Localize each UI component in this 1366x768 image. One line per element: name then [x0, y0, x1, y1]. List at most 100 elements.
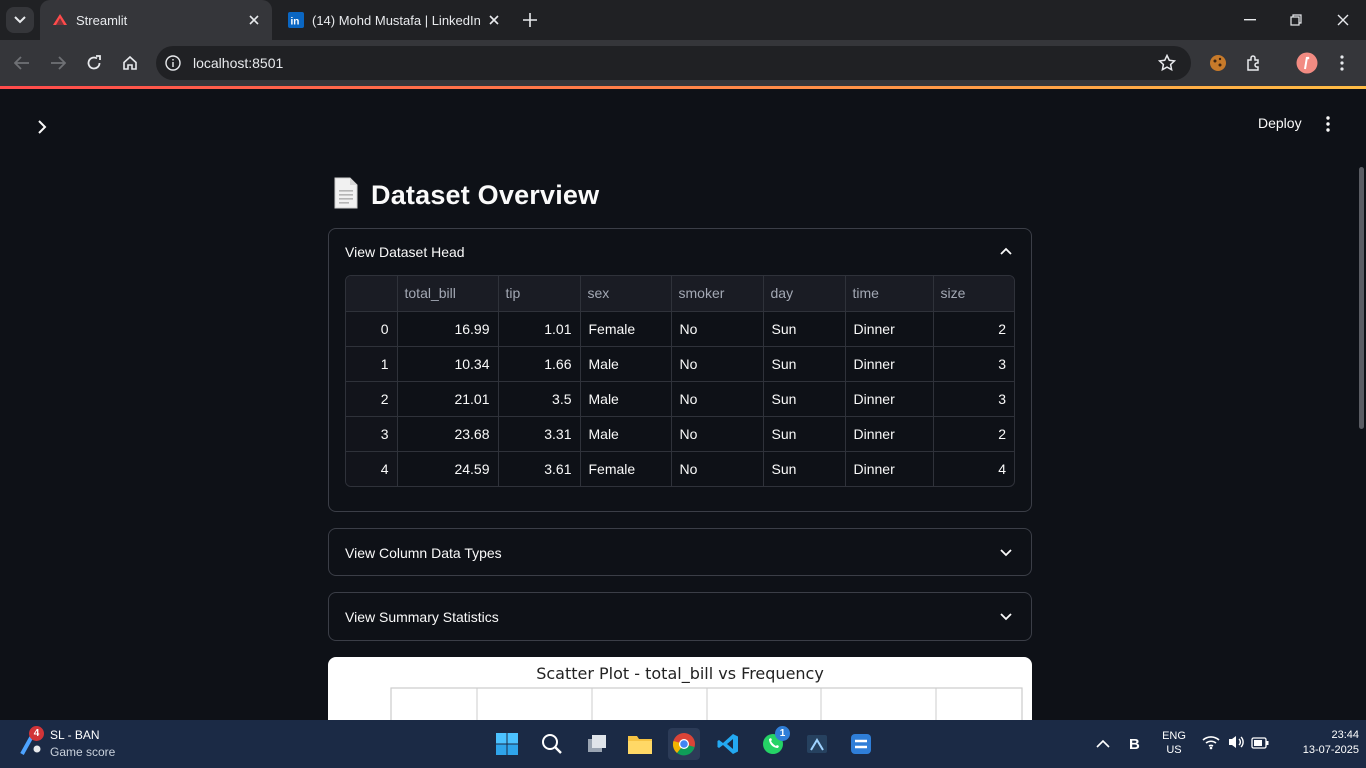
expander-header[interactable]: View Summary Statistics — [345, 609, 499, 625]
whatsapp-button[interactable]: 1 — [757, 726, 790, 760]
extensions-icon[interactable] — [1243, 52, 1265, 74]
table-cell[interactable]: 3.5 — [498, 381, 581, 417]
table-cell[interactable]: 2 — [933, 311, 1014, 347]
column-header[interactable]: sex — [580, 276, 672, 312]
table-cell[interactable]: No — [671, 311, 764, 347]
table-cell[interactable]: 3.31 — [498, 416, 581, 452]
table-cell[interactable]: Sun — [763, 346, 846, 382]
profile-avatar[interactable] — [1296, 52, 1318, 74]
scrollbar[interactable] — [1358, 89, 1366, 720]
column-header-index[interactable] — [346, 276, 398, 312]
column-header[interactable]: total_bill — [397, 276, 499, 312]
table-cell[interactable]: No — [671, 451, 764, 486]
column-header[interactable]: size — [933, 276, 1014, 312]
chrome-taskbar-button[interactable] — [668, 728, 700, 760]
chevron-down-icon[interactable] — [999, 546, 1013, 560]
wifi-icon[interactable] — [1202, 734, 1220, 755]
row-index[interactable]: 1 — [346, 346, 398, 382]
close-tab-icon[interactable] — [246, 12, 262, 28]
table-cell[interactable]: 3.61 — [498, 451, 581, 486]
table-cell[interactable]: No — [671, 346, 764, 382]
chevron-up-icon[interactable] — [999, 244, 1013, 258]
sidebar-expand-button[interactable] — [32, 117, 52, 137]
show-hidden-icons-button[interactable] — [1096, 736, 1110, 754]
column-header[interactable]: tip — [498, 276, 581, 312]
clock[interactable]: 23:44 13-07-2025 — [1283, 729, 1363, 756]
table-cell[interactable]: Dinner — [845, 416, 934, 452]
forward-button[interactable] — [47, 52, 69, 74]
table-cell[interactable]: Sun — [763, 381, 846, 417]
language-indicator[interactable]: ENG US — [1160, 730, 1188, 756]
start-button[interactable] — [491, 728, 523, 760]
tab-linkedin[interactable]: in (14) Mohd Mustafa | LinkedIn — [276, 0, 512, 40]
table-cell[interactable]: Sun — [763, 311, 846, 347]
table-cell[interactable]: Dinner — [845, 311, 934, 347]
tab-search-button[interactable] — [6, 7, 34, 33]
vscode-button[interactable] — [712, 728, 744, 760]
table-cell[interactable]: 21.01 — [397, 381, 499, 417]
table-cell[interactable]: Female — [580, 311, 672, 347]
address-bar[interactable]: localhost:8501 — [156, 46, 1191, 80]
site-info-icon[interactable] — [165, 55, 181, 76]
table-cell[interactable]: No — [671, 381, 764, 417]
restore-button[interactable] — [1286, 10, 1306, 30]
table-cell[interactable]: 2 — [933, 416, 1014, 452]
row-index[interactable]: 3 — [346, 416, 398, 452]
search-button[interactable] — [536, 728, 568, 760]
column-header[interactable]: smoker — [671, 276, 764, 312]
volume-icon[interactable] — [1227, 734, 1245, 755]
column-header[interactable]: time — [845, 276, 934, 312]
deploy-button[interactable]: Deploy — [1250, 113, 1310, 133]
battery-icon[interactable] — [1251, 736, 1269, 754]
table-cell[interactable]: Dinner — [845, 381, 934, 417]
expander-summary-stats[interactable]: View Summary Statistics — [328, 592, 1032, 641]
main-menu-button[interactable] — [1318, 113, 1338, 135]
tray-app-icon[interactable]: B — [1127, 733, 1147, 758]
table-cell[interactable]: Male — [580, 416, 672, 452]
dataframe-table[interactable]: total_bill tip sex smoker day time size … — [345, 275, 1015, 487]
new-tab-button[interactable] — [520, 10, 540, 30]
table-cell[interactable]: Male — [580, 381, 672, 417]
cookie-extension-icon[interactable] — [1207, 52, 1229, 74]
row-index[interactable]: 2 — [346, 381, 398, 417]
row-index[interactable]: 4 — [346, 451, 398, 486]
reload-button[interactable] — [83, 52, 105, 74]
scrollbar-thumb[interactable] — [1359, 167, 1364, 429]
snipping-tool-button[interactable] — [801, 728, 833, 760]
table-cell[interactable]: 3 — [933, 346, 1014, 382]
task-view-button[interactable] — [581, 728, 613, 760]
table-cell[interactable]: 1.66 — [498, 346, 581, 382]
app-taskbar-button[interactable] — [845, 728, 877, 760]
widget-title[interactable]: SL - BAN — [50, 728, 100, 742]
minimize-button[interactable] — [1240, 10, 1260, 30]
table-cell[interactable]: 16.99 — [397, 311, 499, 347]
table-cell[interactable]: Dinner — [845, 346, 934, 382]
table-cell[interactable]: Sun — [763, 451, 846, 486]
table-cell[interactable]: 10.34 — [397, 346, 499, 382]
expander-header[interactable]: View Column Data Types — [345, 545, 502, 561]
table-cell[interactable]: Sun — [763, 416, 846, 452]
chrome-menu-button[interactable] — [1331, 52, 1353, 74]
row-index[interactable]: 0 — [346, 311, 398, 347]
close-tab-icon[interactable] — [486, 12, 502, 28]
home-button[interactable] — [119, 52, 141, 74]
table-cell[interactable]: 23.68 — [397, 416, 499, 452]
file-explorer-button[interactable] — [624, 728, 656, 760]
expander-header[interactable]: View Dataset Head — [345, 244, 465, 260]
bookmark-star-icon[interactable] — [1157, 53, 1177, 77]
table-cell[interactable]: Male — [580, 346, 672, 382]
back-button[interactable] — [11, 52, 33, 74]
cricket-widget-icon[interactable]: 4 — [18, 726, 44, 756]
chevron-down-icon[interactable] — [999, 610, 1013, 624]
widget-subtitle[interactable]: Game score — [50, 745, 115, 759]
close-window-button[interactable] — [1333, 10, 1353, 30]
table-cell[interactable]: 1.01 — [498, 311, 581, 347]
table-cell[interactable]: 4 — [933, 451, 1014, 486]
table-cell[interactable]: 24.59 — [397, 451, 499, 486]
table-cell[interactable]: Female — [580, 451, 672, 486]
tab-streamlit[interactable]: Streamlit — [40, 0, 272, 40]
table-cell[interactable]: 3 — [933, 381, 1014, 417]
expander-column-types[interactable]: View Column Data Types — [328, 528, 1032, 576]
table-cell[interactable]: Dinner — [845, 451, 934, 486]
column-header[interactable]: day — [763, 276, 846, 312]
